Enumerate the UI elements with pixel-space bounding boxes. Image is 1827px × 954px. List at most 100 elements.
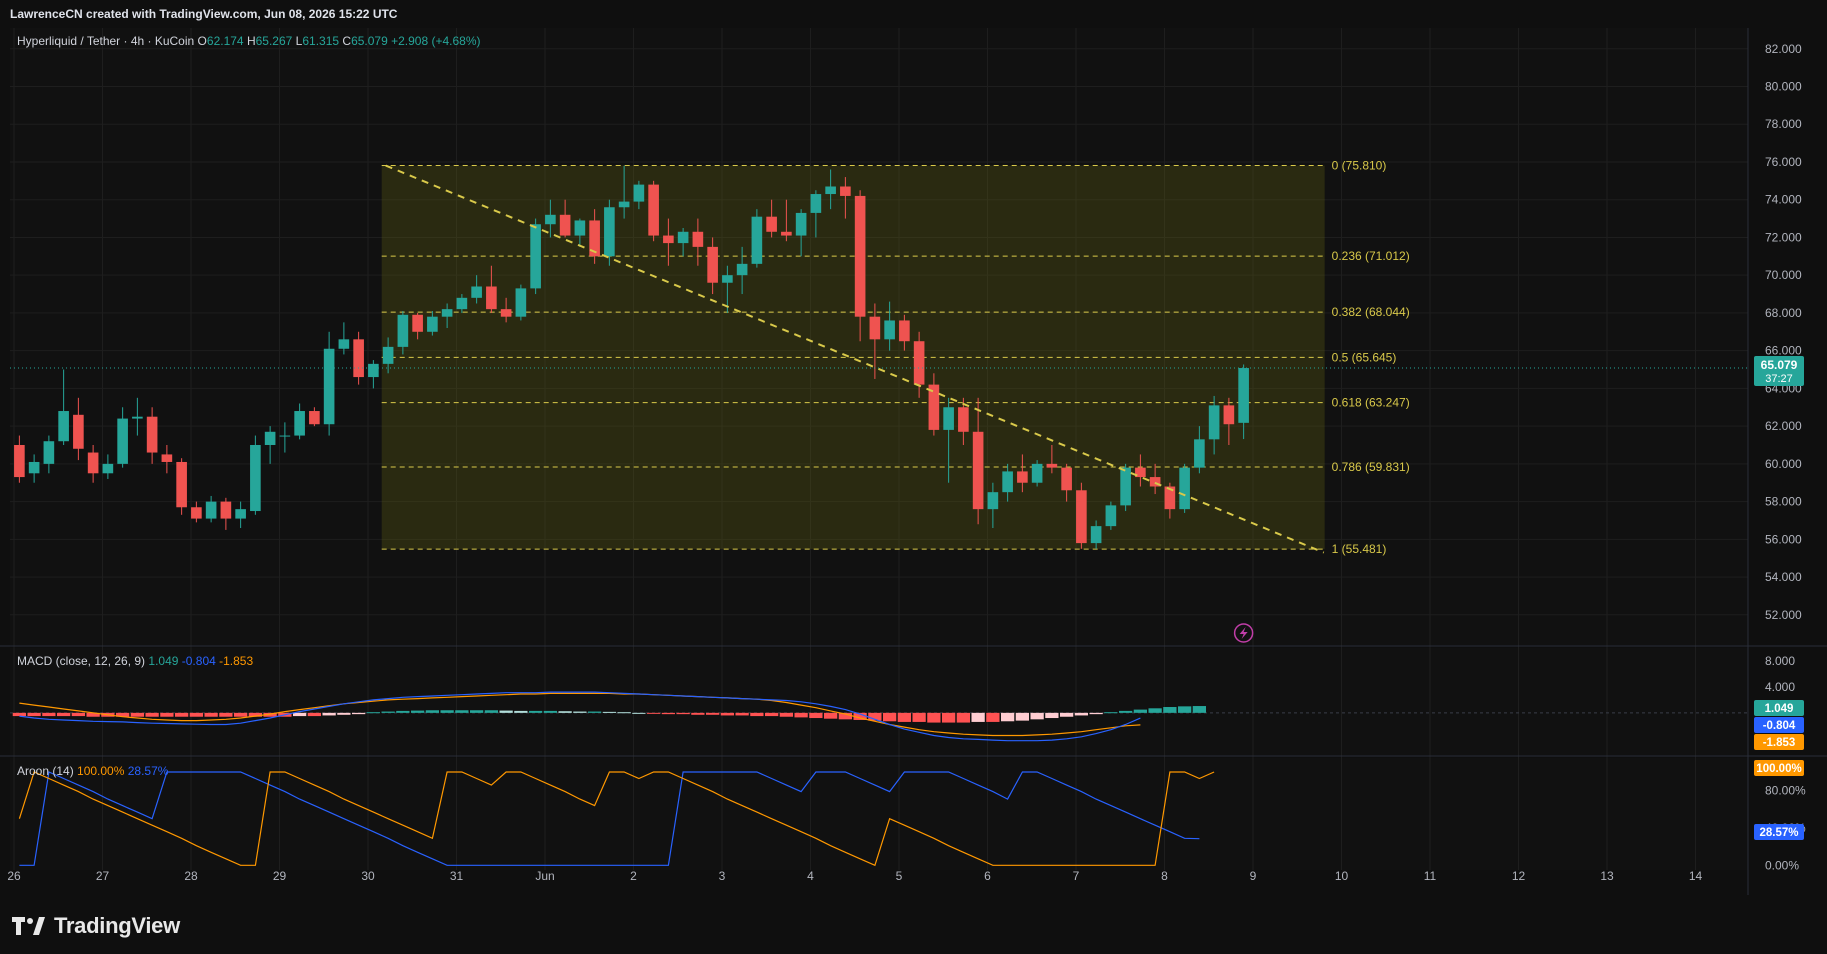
candle-body	[441, 309, 453, 317]
macd-hist-bar	[1000, 712, 1015, 722]
attribution-text: LawrenceCN created with TradingView.com,…	[10, 7, 398, 21]
macd-hist-value: 1.049	[1765, 703, 1794, 715]
candle-body	[1208, 405, 1220, 440]
candle-body	[58, 411, 69, 442]
candle-body	[294, 411, 305, 436]
time-axis-tick: 7	[1073, 869, 1080, 883]
macd-hist-bar	[322, 712, 336, 716]
candle-body	[1076, 490, 1087, 544]
candle-body	[309, 411, 320, 425]
tradingview-logo[interactable]: TradingView	[12, 913, 180, 939]
time-axis-tick: 3	[719, 869, 726, 883]
macd-hist-bar	[691, 712, 705, 715]
candle	[1120, 463, 1131, 512]
trading-chart[interactable]: 0 (75.810) 0.236 (71.012) 0.382 (68.044) 0.…	[0, 0, 1827, 895]
fib-label-0-786: 0.786 (59.831)	[1332, 460, 1410, 474]
aroon-axis-tick: 80.00%	[1765, 784, 1806, 798]
legend-part: +2.908 (+4.68%)	[391, 34, 480, 48]
candle-body	[884, 320, 895, 340]
legend-part: H	[247, 34, 256, 48]
macd-hist-bar	[1163, 707, 1177, 713]
candle-body	[574, 220, 586, 236]
macd-hist-bar	[189, 712, 204, 717]
candle-body	[1120, 467, 1131, 506]
fib-label-1: 1 (55.481)	[1332, 542, 1387, 556]
time-axis-tick: 5	[896, 869, 903, 883]
legend-part: 62.174	[207, 34, 247, 48]
macd-hist-bar	[632, 712, 646, 714]
candle-body	[604, 207, 615, 257]
fib-label-0: 0 (75.810)	[1332, 159, 1387, 173]
time-axis-tick: Jun	[535, 869, 554, 883]
candle-body	[102, 463, 114, 474]
candle-body	[928, 384, 940, 430]
candle-body	[14, 444, 25, 478]
macd-hist-bar	[12, 712, 27, 717]
candle-body	[692, 231, 704, 247]
candle-body	[840, 186, 851, 196]
candle-body	[471, 286, 482, 298]
aroon-up-value: 100.00%	[1756, 763, 1801, 775]
candle	[1076, 482, 1087, 549]
candle-body	[781, 231, 792, 236]
macd-hist-bar	[1089, 712, 1103, 715]
candle-body	[530, 224, 541, 289]
macd-hist-bar	[484, 710, 499, 713]
macd-hist-bar	[42, 712, 56, 717]
legend-part: C	[342, 34, 351, 48]
macd-hist-bar	[676, 712, 690, 715]
candle-body	[205, 501, 217, 519]
candle-body	[1179, 467, 1190, 510]
candle-body	[279, 435, 291, 437]
aroon-down-value: 28.57%	[1759, 827, 1798, 839]
candle-body	[220, 501, 232, 519]
time-axis-tick: 6	[984, 869, 991, 883]
macd-hist-bar	[1192, 706, 1207, 713]
candle-body	[633, 184, 645, 202]
macd-hist-bar	[469, 710, 484, 713]
macd-hist-bar	[233, 712, 248, 717]
macd-hist-bar	[750, 712, 764, 717]
price-axis-tick: 68.000	[1765, 306, 1802, 320]
candle-body	[338, 339, 350, 349]
macd-hist-bar	[27, 712, 41, 717]
candle-body	[132, 416, 143, 419]
candle-body	[766, 216, 777, 232]
candle-body	[1031, 463, 1043, 483]
candle-body	[1046, 463, 1058, 468]
macd-hist-bar	[337, 712, 351, 715]
candle-body	[869, 316, 881, 340]
macd-hist-bar	[174, 712, 189, 717]
macd-hist-bar	[543, 710, 558, 713]
aroon-axis-tick: 0.00%	[1765, 858, 1799, 872]
time-axis-tick: 26	[7, 869, 21, 883]
fib-label-0-382: 0.382 (68.044)	[1332, 305, 1410, 319]
legend-part: 65.079	[351, 34, 391, 48]
candle-body	[1238, 368, 1249, 423]
time-axis-tick: 11	[1424, 869, 1437, 883]
candle	[250, 435, 261, 515]
aroon-legend-part: Aroon (14)	[17, 764, 77, 778]
macd-hist-bar	[573, 711, 587, 713]
candle-body	[397, 314, 409, 347]
macd-hist-bar	[396, 710, 410, 713]
price-axis-tick: 62.000	[1765, 419, 1802, 433]
candle-body	[972, 431, 984, 510]
time-axis-tick: 10	[1335, 869, 1349, 883]
macd-hist-bar	[56, 712, 71, 717]
candle	[353, 331, 364, 385]
macd-hist-bar	[1148, 708, 1162, 713]
macd-hist-bar	[528, 710, 543, 713]
price-axis-tick: 74.000	[1765, 193, 1802, 207]
time-axis-tick: 30	[361, 869, 375, 883]
candle-body	[323, 348, 335, 425]
price-axis-tick: 66.000	[1765, 344, 1802, 358]
candle-body	[1223, 405, 1235, 425]
bar-countdown: 37:27	[1765, 373, 1793, 385]
macd-hist-bar	[794, 712, 808, 718]
candle-body	[235, 509, 246, 519]
macd-hist-bar	[971, 712, 985, 722]
macd-hist-bar	[720, 712, 735, 716]
legend-part: Hyperliquid / Tether · 4h · KuCoin	[17, 34, 198, 48]
candle-body	[559, 214, 571, 236]
